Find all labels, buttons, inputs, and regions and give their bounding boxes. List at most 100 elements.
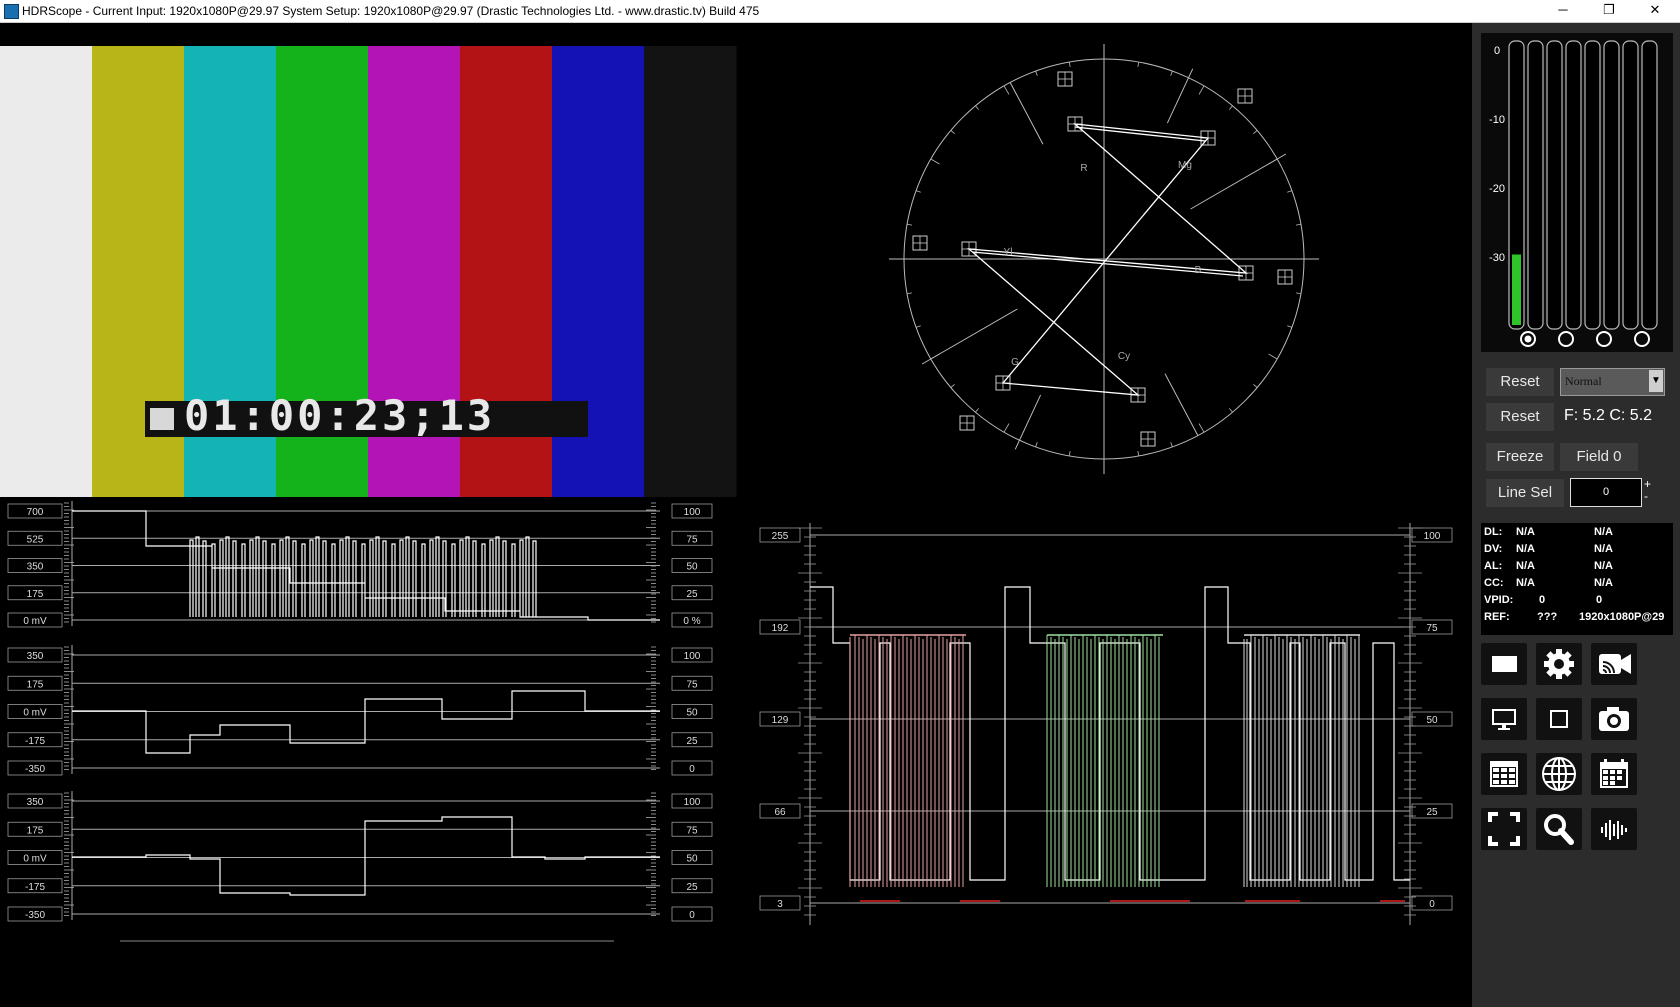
vectorscope-tick xyxy=(1035,442,1038,448)
chevron-down-icon[interactable]: ▼ xyxy=(1649,370,1663,392)
scale-label: 25 xyxy=(686,882,698,893)
reset-button-mode[interactable]: Reset xyxy=(1486,368,1554,396)
vectorscope-tick xyxy=(1295,292,1302,295)
meter-scale-label: -10 xyxy=(1489,114,1505,126)
meter-scale-label: -20 xyxy=(1489,183,1505,195)
vectorscope-tick xyxy=(975,408,979,413)
info-key: DL: xyxy=(1484,526,1503,538)
vectorscope-tick xyxy=(1198,423,1205,433)
scale-label: 0 xyxy=(1429,899,1435,910)
maximize-button[interactable]: ❐ xyxy=(1586,0,1632,22)
decrement-button[interactable]: - xyxy=(1644,490,1651,502)
vectorscope-tick xyxy=(1253,130,1258,134)
scale-label: 50 xyxy=(686,562,698,573)
info-value: N/A xyxy=(1594,526,1613,538)
vectorscope-tick xyxy=(975,105,979,110)
audio-meters: 0 -10 -20 -30 xyxy=(1489,40,1658,347)
vectorscope-label: R xyxy=(1080,163,1087,174)
parade-blue-trace xyxy=(1243,635,1360,887)
scale-label: 100 xyxy=(684,651,701,662)
mode-select[interactable]: Normal ▼ xyxy=(1560,368,1665,396)
scale-label: 255 xyxy=(772,531,789,542)
minimize-button[interactable]: ─ xyxy=(1540,0,1586,22)
waveform-trace xyxy=(72,816,660,896)
display-icon[interactable] xyxy=(1481,698,1527,740)
video-camera-icon[interactable] xyxy=(1591,643,1637,685)
vectorscope-tick xyxy=(1068,61,1071,68)
vectorscope-tick xyxy=(1287,325,1293,328)
scale-label: 0 % xyxy=(683,616,700,627)
fullscreen-icon[interactable] xyxy=(1481,808,1527,850)
audio-wave-icon[interactable] xyxy=(1591,808,1637,850)
camera-icon[interactable] xyxy=(1591,698,1637,740)
vectorscope-guide xyxy=(1009,82,1044,145)
calendar-icon[interactable] xyxy=(1591,753,1637,795)
vectorscope-tick xyxy=(1137,450,1140,457)
waveform-trace xyxy=(72,690,660,754)
scale-label: 50 xyxy=(686,708,698,719)
meter-channel-toggle xyxy=(1634,331,1650,347)
timecode: 01:00:23;13 xyxy=(184,391,495,440)
scale-label: 0 xyxy=(689,910,695,921)
vectorscope-tick xyxy=(1068,450,1071,457)
scope-stage: 01:00:23;13 700 100525 75350 50175 250 mV 0 %… xyxy=(0,44,1453,942)
scale-label: 525 xyxy=(27,534,44,545)
scale-label: 75 xyxy=(686,534,698,545)
vectorscope-tick xyxy=(1287,190,1293,193)
info-value: N/A xyxy=(1516,543,1535,555)
meter-channel xyxy=(1603,40,1620,330)
vectorscope-label: Yl xyxy=(1004,247,1013,258)
close-button[interactable]: ✕ xyxy=(1632,0,1678,22)
timecode-marker xyxy=(150,408,174,430)
window-title: HDRScope - Current Input: 1920x1080P@29.… xyxy=(22,4,760,18)
info-key: DV: xyxy=(1484,543,1503,555)
info-value: N/A xyxy=(1594,543,1613,555)
gear-icon[interactable] xyxy=(1536,643,1582,685)
vectorscope-tick xyxy=(1170,442,1173,448)
vectorscope-label: Mg xyxy=(1178,160,1192,171)
scale-label: 50 xyxy=(1426,715,1438,726)
info-value: 1920x1080P@29 xyxy=(1579,611,1665,623)
info-key: AL: xyxy=(1484,560,1503,572)
meter-channel-toggle xyxy=(1596,331,1612,347)
scale-label: 192 xyxy=(772,623,789,634)
line-select-button[interactable]: Line Sel xyxy=(1486,479,1564,507)
vectorscope-tick xyxy=(1253,384,1258,388)
square-icon[interactable] xyxy=(1536,698,1582,740)
scale-label: 175 xyxy=(27,679,44,690)
title-bar: HDRScope - Current Input: 1920x1080P@29.… xyxy=(0,0,1680,23)
scale-label: 350 xyxy=(27,797,44,808)
globe-icon[interactable] xyxy=(1536,753,1582,795)
table-icon[interactable] xyxy=(1481,753,1527,795)
vectorscope-tick xyxy=(1170,70,1173,76)
vectorscope-guide xyxy=(1014,394,1042,450)
meter-channel xyxy=(1527,40,1544,330)
reset-button-fc[interactable]: Reset xyxy=(1486,403,1554,431)
vectorscope-guide xyxy=(1166,68,1194,124)
meter-channel-toggle xyxy=(1558,331,1574,347)
line-select-input[interactable]: 0 xyxy=(1570,478,1642,507)
color-bar xyxy=(644,46,737,497)
info-value: 0 xyxy=(1596,594,1603,606)
meter-scale-label: -30 xyxy=(1489,252,1505,264)
freeze-button[interactable]: Freeze xyxy=(1486,443,1554,471)
monitor-rect-icon[interactable] xyxy=(1481,643,1527,685)
line-stepper[interactable]: + - xyxy=(1644,478,1651,502)
info-value: N/A xyxy=(1516,560,1535,572)
parade-trace xyxy=(810,586,1410,881)
meter-channel xyxy=(1546,40,1563,330)
scale-label: 0 mV xyxy=(23,854,47,865)
info-key: REF: xyxy=(1484,611,1510,623)
vectorscope-tick xyxy=(1229,408,1233,413)
search-icon[interactable] xyxy=(1536,808,1582,850)
scale-label: -175 xyxy=(25,882,45,893)
signal-info-panel: DL: N/A N/A DV: N/A N/A AL: N/A N/A CC: … xyxy=(1481,523,1673,635)
vectorscope-tick xyxy=(1295,223,1302,226)
vectorscope-guide xyxy=(921,308,1018,365)
field-button[interactable]: Field 0 xyxy=(1560,443,1638,471)
vectorscope-guide xyxy=(1190,153,1287,210)
app-icon xyxy=(4,4,19,19)
vectorscope-tick xyxy=(1268,353,1278,360)
scale-label: 129 xyxy=(772,715,789,726)
info-value: N/A xyxy=(1516,526,1535,538)
